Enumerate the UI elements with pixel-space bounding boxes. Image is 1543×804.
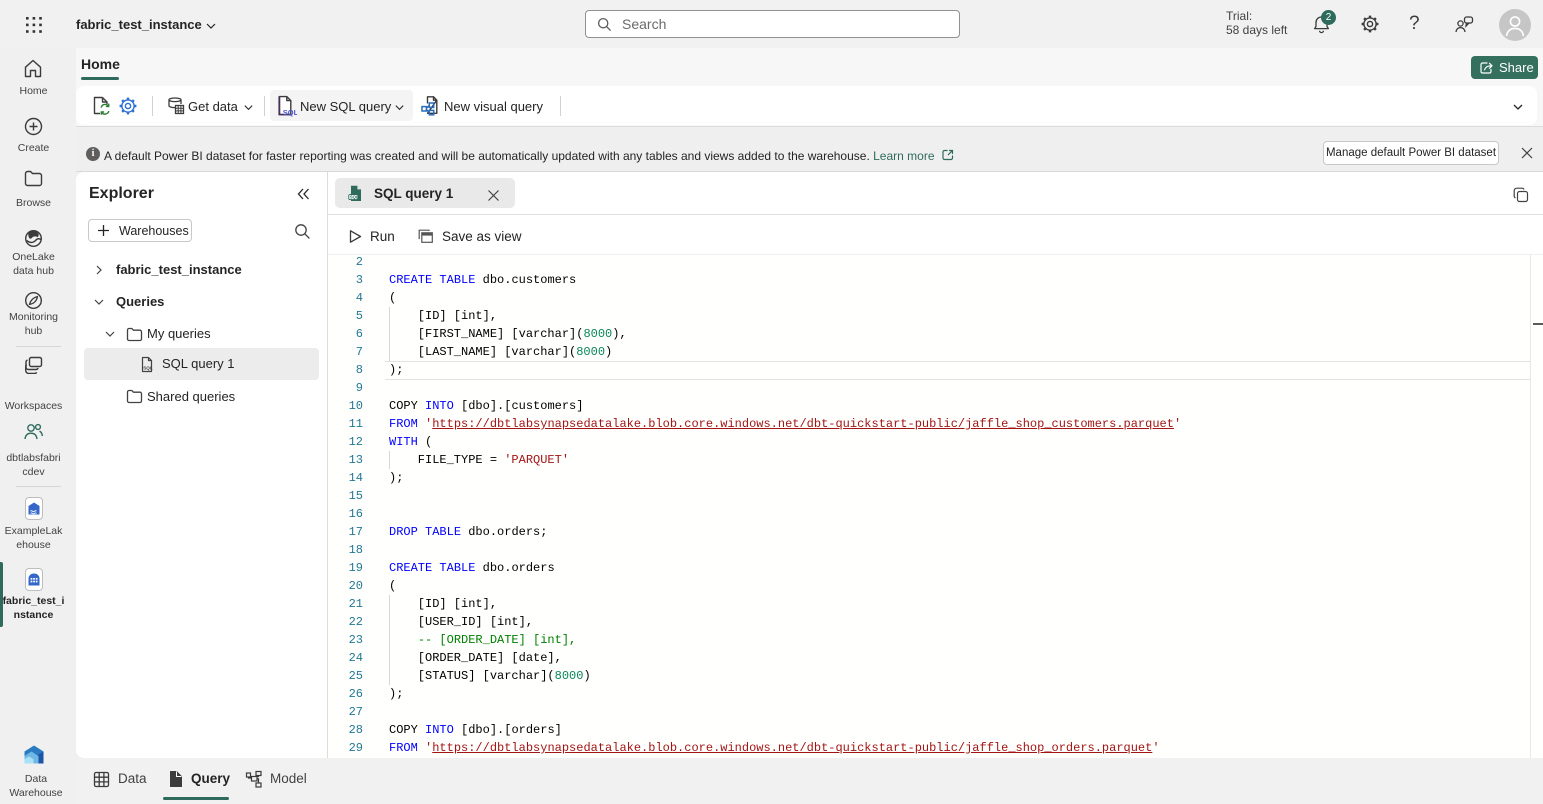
svg-text:SQL: SQL — [283, 108, 297, 117]
svg-text:SQL: SQL — [143, 365, 153, 370]
svg-text:SQL: SQL — [350, 195, 359, 200]
